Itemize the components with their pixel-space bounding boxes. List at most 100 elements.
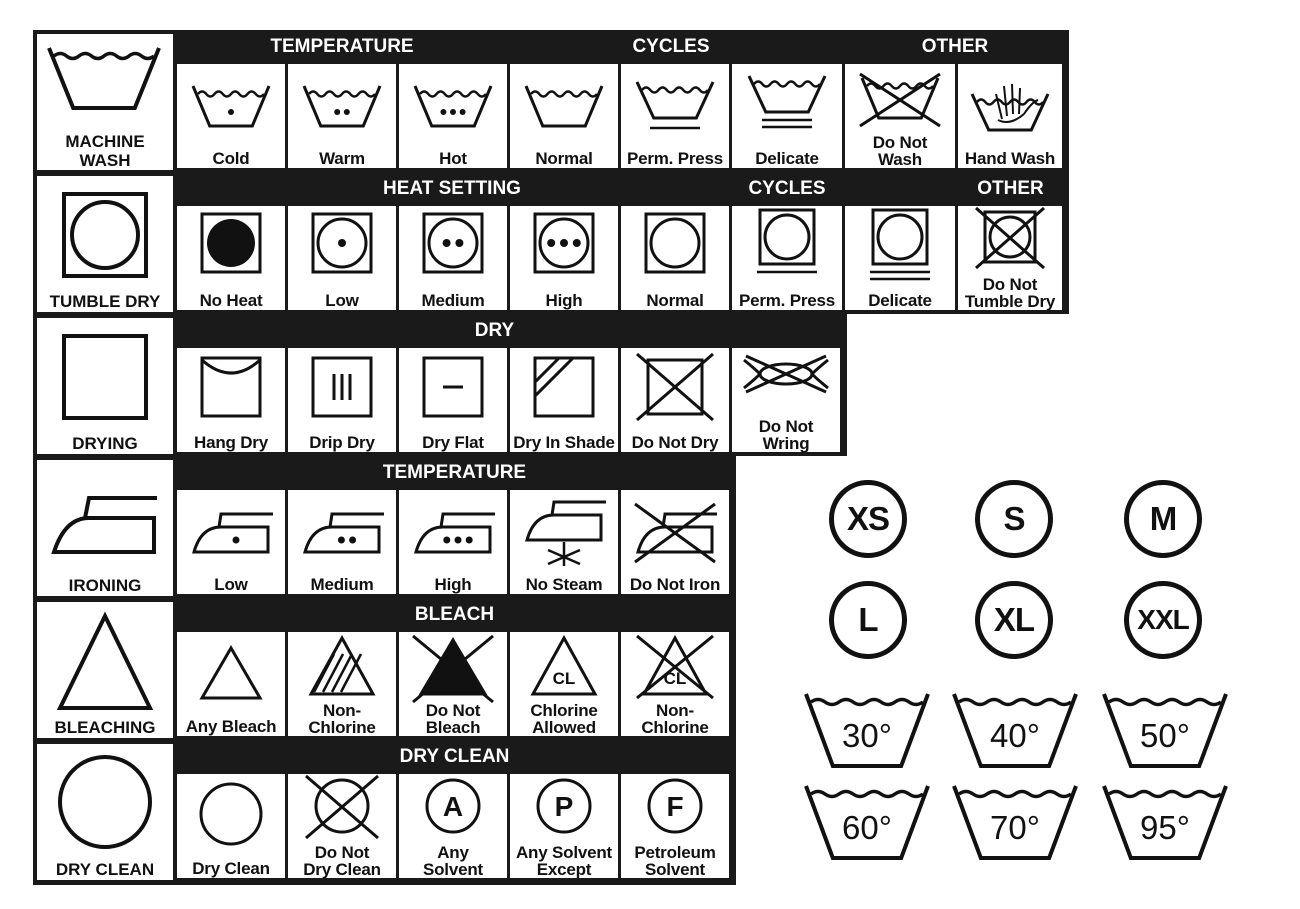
symbol-label-line: Except xyxy=(536,860,592,878)
symbol-label: Do Not Dry xyxy=(621,434,729,451)
main-label-tumble-dry: TUMBLE DRY xyxy=(37,292,173,311)
do-not-wring-icon xyxy=(743,354,829,394)
symbol-label: Delicate xyxy=(845,292,955,309)
symbol-label-line: Tumble Dry xyxy=(964,292,1056,310)
symbol-label: Cold xyxy=(177,150,285,167)
symbol-label: Non- Chlorine xyxy=(621,702,729,736)
size-badge-xl: XL xyxy=(975,581,1053,659)
dry-in-shade-icon xyxy=(533,356,595,418)
section-header: TEMPERATURE xyxy=(382,462,527,483)
main-label-line: DRYING xyxy=(72,434,138,453)
symbol-label-line: High xyxy=(545,291,583,310)
section-header: OTHER xyxy=(921,36,989,57)
do-not-dry-icon xyxy=(636,352,714,422)
symbol-drying-4: Dry In Shade xyxy=(510,348,618,452)
ironing-main-icon xyxy=(51,496,157,554)
symbol-label-line: Solvent xyxy=(422,860,483,878)
symbol-label: Delicate xyxy=(732,150,842,167)
symbol-label-line: No Heat xyxy=(199,291,263,310)
symbol-bleaching-3: Do Not Bleach xyxy=(399,632,507,736)
symbol-dry-clean-3: A Any Solvent xyxy=(399,774,507,878)
wash-temperature-label: 70° xyxy=(990,809,1040,846)
symbol-label-line: Wash xyxy=(878,150,922,168)
size-badge-xs: XS xyxy=(829,480,907,558)
symbol-bleaching-1: Any Bleach xyxy=(177,632,285,736)
symbol-label-line: Normal xyxy=(535,149,593,168)
symbol-label-line: Do Not xyxy=(982,275,1038,294)
symbol-label-line: Solvent xyxy=(644,860,705,878)
section-header: HEAT SETTING xyxy=(383,178,521,199)
triangle-icon xyxy=(199,645,263,700)
symbol-tumble-dry-7: Delicate xyxy=(845,206,955,310)
wash-tub-crossed-icon xyxy=(859,72,941,128)
symbol-label: Do Not Iron xyxy=(621,576,729,593)
main-cell-machine-wash: MACHINE WASH xyxy=(37,34,173,170)
symbol-label-line: Non- xyxy=(656,701,694,720)
symbol-machine-wash-5: Perm. Press xyxy=(621,64,729,168)
symbol-machine-wash-3: Hot xyxy=(399,64,507,168)
wash-temperature-3: 50° xyxy=(1101,688,1229,774)
symbol-label-line: Petroleum xyxy=(634,843,716,862)
symbol-label: Normal xyxy=(510,150,618,167)
tumble-dry-main-icon xyxy=(62,192,148,278)
wash-tub-1-dot-icon xyxy=(191,85,271,128)
symbol-label-line: Chlorine xyxy=(308,718,376,736)
symbol-label-line: Do Not xyxy=(758,417,814,436)
circle-icon xyxy=(199,782,263,846)
symbol-label-line: Do Not Dry xyxy=(631,433,719,452)
symbol-label: Warm xyxy=(288,150,396,167)
symbol-tumble-dry-8: Do Not Tumble Dry xyxy=(958,206,1062,310)
symbol-label-line: Low xyxy=(214,575,248,594)
symbol-label: High xyxy=(399,576,507,593)
iron-no-steam-icon xyxy=(525,500,606,566)
symbol-label-line: Do Not xyxy=(425,701,481,720)
symbol-dry-clean-2: Do Not Dry Clean xyxy=(288,774,396,878)
symbol-label: Low xyxy=(288,292,396,309)
svg-text:CL: CL xyxy=(553,669,576,688)
wash-temperature-label: 60° xyxy=(842,809,892,846)
main-label-line: IRONING xyxy=(68,576,142,595)
symbol-label-line: Hang Dry xyxy=(194,433,268,452)
wash-tub-2-dots-icon xyxy=(302,85,382,128)
symbol-label: Low xyxy=(177,576,285,593)
symbol-ironing-5: Do Not Iron xyxy=(621,490,729,594)
symbol-label: Petroleum Solvent xyxy=(621,844,729,878)
wash-tub-2-bars-icon xyxy=(747,75,827,129)
main-label-line: TUMBLE DRY xyxy=(49,292,161,311)
symbol-drying-5: Do Not Dry xyxy=(621,348,729,452)
main-label-bleaching: BLEACHING xyxy=(37,718,173,737)
section-header: CYCLES xyxy=(632,36,710,57)
symbol-bleaching-5: CL Non- Chlorine xyxy=(621,632,729,736)
symbol-label-line: Do Not Iron xyxy=(629,575,721,594)
symbol-label: Hot xyxy=(399,150,507,167)
symbol-label-line: Bleach xyxy=(425,718,481,736)
triangle-striped-icon xyxy=(308,634,376,696)
main-label-line: MACHINE xyxy=(65,132,145,151)
hang-dry-icon xyxy=(200,356,262,418)
drying-main-icon xyxy=(62,334,148,420)
symbol-label-line: No Steam xyxy=(525,575,603,594)
tumble-icon xyxy=(644,212,706,274)
symbol-label-line: Hand Wash xyxy=(964,149,1056,168)
symbol-label-line: Any Bleach xyxy=(185,717,277,736)
symbol-label: Any Solvent xyxy=(399,844,507,878)
symbol-label: Dry Flat xyxy=(399,434,507,451)
triangle-cl-crossed-icon: CL xyxy=(636,634,714,700)
size-badge-xxl: XXL xyxy=(1124,581,1202,659)
wash-temperature-2: 40° xyxy=(951,688,1079,774)
symbol-label: Perm. Press xyxy=(621,150,729,167)
symbol-label-line: Drip Dry xyxy=(309,433,375,452)
symbol-ironing-1: Low xyxy=(177,490,285,594)
symbol-label-line: Medium xyxy=(421,291,485,310)
symbol-tumble-dry-6: Perm. Press xyxy=(732,206,842,310)
size-badge-l: L xyxy=(829,581,907,659)
iron-1-dot-icon xyxy=(192,512,273,554)
wash-temperature-4: 60° xyxy=(803,780,931,866)
symbol-dry-clean-4: P Any Solvent Except xyxy=(510,774,618,878)
section-header: TEMPERATURE xyxy=(270,36,414,57)
triangle-filled-crossed-icon xyxy=(412,634,494,704)
symbol-dry-clean-1: Dry Clean xyxy=(177,774,285,878)
symbol-label: Perm. Press xyxy=(732,292,842,309)
symbol-label: Do Not Wring xyxy=(732,418,840,452)
symbol-label-line: Chlorine xyxy=(641,718,709,736)
